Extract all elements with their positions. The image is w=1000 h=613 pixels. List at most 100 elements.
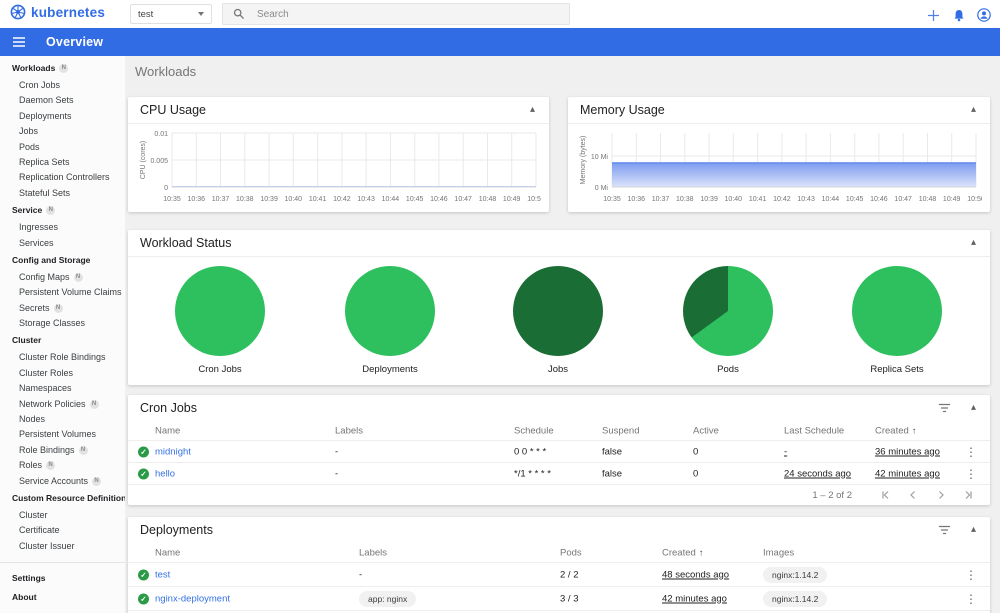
sidebar-item-label: Jobs (19, 126, 39, 137)
sidebar-item-pods[interactable]: Pods (0, 140, 125, 155)
sidebar-item-label: Secrets (19, 302, 50, 313)
x-tick: 10:45 (846, 196, 864, 203)
filter-button[interactable] (938, 403, 951, 413)
col-header-last-schedule[interactable]: Last Schedule (784, 425, 844, 436)
deployment-name-link[interactable]: nginx-deployment (155, 593, 230, 604)
sidebar-item-persistent-volume-claims[interactable]: Persistent Volume ClaimsN (0, 285, 125, 300)
next-page-button[interactable] (932, 487, 950, 503)
sidebar-item-replica-sets[interactable]: Replica Sets (0, 155, 125, 170)
sidebar-item-deployments[interactable]: Deployments (0, 109, 125, 124)
row-menu-kebab-icon[interactable]: ⋮ (962, 568, 980, 582)
sidebar-item-ingresses[interactable]: Ingresses (0, 220, 125, 235)
cronjob-name-link[interactable]: midnight (155, 446, 191, 457)
menu-button[interactable] (12, 36, 26, 48)
collapse-caret-icon[interactable]: ▴ (969, 103, 978, 117)
sidebar-item-cron-jobs[interactable]: Cron Jobs (0, 78, 125, 93)
sidebar-item-cluster-roles[interactable]: Cluster Roles (0, 366, 125, 381)
pie-chart (345, 266, 435, 356)
col-header-labels[interactable]: Labels (359, 547, 387, 558)
sidebar-item-roles[interactable]: Roles N (0, 458, 125, 473)
sidebar-item-persistent-volumes[interactable]: Persistent Volumes (0, 427, 125, 442)
first-page-button[interactable] (876, 487, 894, 503)
cell-active: 0 (693, 446, 699, 457)
namespace-select[interactable]: test (130, 4, 212, 24)
sidebar-item-jobs[interactable]: Jobs (0, 124, 125, 139)
sidebar-item-service[interactable]: Service N (0, 201, 125, 220)
y-tick: 0 (164, 185, 168, 192)
sidebar-item-namespaces[interactable]: Namespaces (0, 381, 125, 396)
sidebar-item-stateful-sets[interactable]: Stateful Sets (0, 186, 125, 201)
x-tick: 10:45 (406, 196, 424, 203)
create-new-resource-button[interactable] (925, 7, 941, 23)
col-header-created-sorted[interactable]: Created (662, 547, 703, 558)
col-header-name[interactable]: Name (155, 425, 180, 436)
sidebar-item-network-policies[interactable]: Network Policies N (0, 397, 125, 412)
previous-page-button[interactable] (904, 487, 922, 503)
x-tick: 10:35 (163, 196, 181, 203)
filter-button[interactable] (938, 525, 951, 535)
main-content: Workloads CPU Usage ▴ 0.01 0.005 0 CPU (… (125, 56, 1000, 613)
sidebar-item-about[interactable]: About (0, 588, 125, 607)
plus-icon (927, 9, 939, 21)
col-header-created-sorted[interactable]: Created (875, 425, 916, 436)
collapse-caret-icon[interactable]: ▴ (969, 236, 978, 250)
sidebar-item-storage-classes[interactable]: Storage Classes (0, 316, 125, 331)
collapse-caret-icon[interactable]: ▴ (528, 103, 537, 117)
sidebar-item-crd-cluster-issuer[interactable]: Cluster Issuer (0, 539, 125, 554)
sidebar-item-label: Cluster Roles (19, 367, 74, 378)
sidebar-item-nodes[interactable]: Nodes (0, 412, 125, 427)
col-header-schedule[interactable]: Schedule (514, 425, 554, 436)
sidebar-item-secrets[interactable]: Secrets N (0, 301, 125, 316)
sidebar-item-label: Pods (19, 141, 40, 152)
last-page-button[interactable] (960, 487, 978, 503)
hamburger-icon (13, 37, 25, 47)
kubernetes-logo[interactable]: kubernetes (10, 4, 105, 20)
row-menu-kebab-icon[interactable]: ⋮ (962, 467, 980, 481)
check-circle-icon (138, 468, 149, 479)
page-nav-bar: Overview (0, 28, 1000, 56)
collapse-caret-icon[interactable]: ▴ (969, 523, 978, 537)
table-pagination: 1 – 2 of 2 (128, 485, 990, 505)
x-tick: 10:41 (749, 196, 767, 203)
sidebar-item-config-maps[interactable]: Config Maps N (0, 270, 125, 285)
cpu-usage-chart: 0.01 0.005 0 CPU (cores) 10:35 10:36 10:… (140, 131, 541, 203)
col-header-pods[interactable]: Pods (560, 547, 582, 558)
col-header-suspend[interactable]: Suspend (602, 425, 640, 436)
sidebar-item-label: Replication Controllers (19, 172, 110, 183)
search-input[interactable] (257, 8, 517, 20)
sidebar-item-config-and-storage[interactable]: Config and Storage (0, 251, 125, 270)
sidebar-item-label: Storage Classes (19, 318, 86, 329)
notifications-button[interactable] (951, 7, 967, 23)
table-row: hello - */1 * * * * false 0 24 seconds a… (128, 463, 990, 485)
sidebar-item-label: Config Maps (19, 271, 70, 282)
col-header-labels[interactable]: Labels (335, 425, 363, 436)
x-tick: 10:49 (503, 196, 521, 203)
account-button[interactable] (976, 7, 992, 23)
deployments-table-header: Name Labels Pods Created Images (128, 543, 990, 563)
sidebar-item-cluster-role-bindings[interactable]: Cluster Role Bindings (0, 350, 125, 365)
sidebar-item-crd-certificate[interactable]: Certificate (0, 523, 125, 538)
sidebar-item-label: Cluster (19, 509, 48, 520)
deployment-name-link[interactable]: test (155, 569, 170, 580)
col-header-name[interactable]: Name (155, 547, 180, 558)
image-chip: nginx:1.14.2 (763, 590, 828, 607)
memory-series-area (612, 162, 976, 187)
cronjob-name-link[interactable]: hello (155, 468, 175, 479)
search-bar[interactable] (222, 3, 570, 25)
collapse-caret-icon[interactable]: ▴ (969, 401, 978, 415)
sidebar-item-daemon-sets[interactable]: Daemon Sets (0, 93, 125, 108)
sidebar-item-workloads[interactable]: Workloads N (0, 59, 125, 78)
sidebar-item-settings[interactable]: Settings (0, 569, 125, 588)
table-row: nginx-deployment app: nginx 3 / 3 42 min… (128, 587, 990, 611)
row-menu-kebab-icon[interactable]: ⋮ (962, 592, 980, 606)
col-header-active[interactable]: Active (693, 425, 719, 436)
sidebar-item-service-accounts[interactable]: Service Accounts N (0, 474, 125, 489)
sidebar-item-custom-resource-definitions[interactable]: Custom Resource Definitions (0, 489, 125, 508)
col-header-images[interactable]: Images (763, 547, 794, 558)
sidebar-item-replication-controllers[interactable]: Replication Controllers (0, 170, 125, 185)
sidebar-item-role-bindings[interactable]: Role Bindings N (0, 443, 125, 458)
sidebar-item-cluster[interactable]: Cluster (0, 331, 125, 350)
sidebar-item-crd-cluster[interactable]: Cluster (0, 508, 125, 523)
sidebar-item-services[interactable]: Services (0, 236, 125, 251)
row-menu-kebab-icon[interactable]: ⋮ (962, 445, 980, 459)
